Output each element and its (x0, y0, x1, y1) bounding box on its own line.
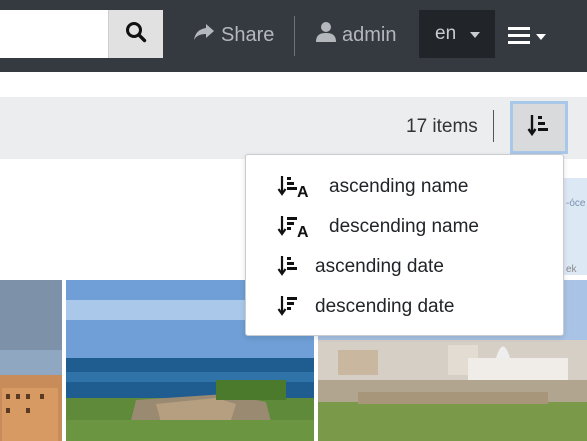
sort-icon (527, 113, 551, 142)
side-widget-text-secondary: ek (566, 264, 577, 275)
main-menu-button[interactable] (508, 22, 552, 52)
sort-option-descending-date[interactable]: descending date (246, 287, 563, 327)
caret-down-icon (470, 31, 481, 38)
sort-option-ascending-date[interactable]: ascending date (246, 247, 563, 287)
user-label: admin (342, 23, 397, 46)
svg-text:A: A (297, 184, 309, 199)
sort-option-label: descending name (329, 216, 479, 237)
language-label: en (435, 23, 457, 44)
item-count: 17 items (406, 116, 478, 137)
caret-down-icon (536, 34, 546, 40)
svg-text:A: A (297, 224, 309, 239)
gallery-thumbnail[interactable] (0, 280, 62, 441)
sort-dropdown-menu: A ascending name A descending name ascen… (245, 154, 564, 336)
side-widget-text: -óce (566, 198, 586, 209)
search-icon (125, 21, 147, 48)
sort-amount-desc-icon (277, 295, 301, 324)
sort-option-label: ascending date (315, 256, 444, 277)
sort-option-ascending-name[interactable]: A ascending name (246, 167, 563, 207)
sort-alpha-asc-icon: A (277, 175, 311, 204)
gallery-toolbar (0, 97, 587, 159)
top-navbar: Share admin en (0, 0, 587, 72)
sort-alpha-desc-icon: A (277, 215, 311, 244)
sort-option-label: ascending name (329, 176, 469, 197)
sort-option-label: descending date (315, 296, 455, 317)
share-icon (193, 23, 221, 47)
share-label: Share (221, 23, 275, 46)
side-widget-panel (560, 178, 587, 275)
sort-button[interactable] (510, 101, 568, 154)
app-root: Share admin en 17 items -óce ek A ascend… (0, 0, 587, 441)
sort-option-descending-name[interactable]: A descending name (246, 207, 563, 247)
sort-amount-asc-icon (277, 255, 301, 284)
language-dropdown[interactable]: en (419, 10, 495, 58)
search-button[interactable] (108, 10, 163, 58)
user-menu-link[interactable]: admin (316, 16, 396, 54)
toolbar-divider (493, 110, 494, 142)
navbar-divider (294, 16, 295, 56)
search-input[interactable] (0, 10, 108, 58)
hamburger-icon (508, 26, 530, 49)
share-link[interactable]: Share (193, 16, 274, 54)
user-icon (316, 21, 342, 49)
